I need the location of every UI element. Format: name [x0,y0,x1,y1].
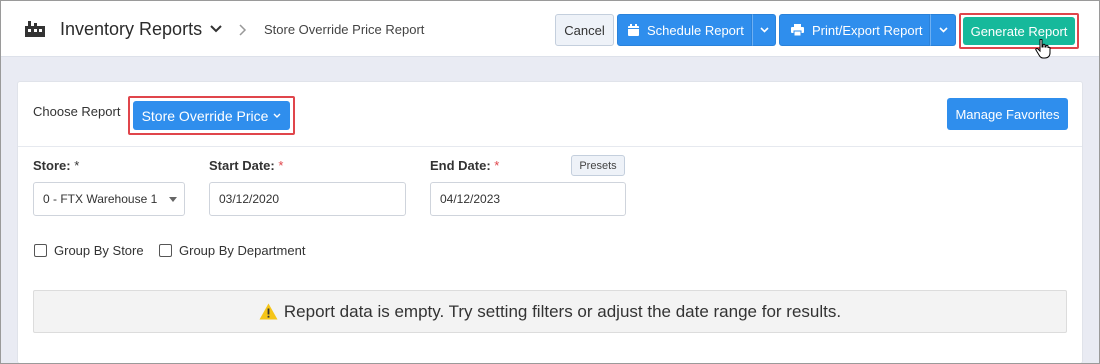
generate-report-button[interactable]: Generate Report [963,17,1075,45]
report-card: Choose Report Store Override Price Manag… [17,81,1083,364]
selected-report-label: Store Override Price [141,107,269,124]
schedule-report-label: Schedule Report [647,22,744,38]
inventory-app-icon [25,21,45,37]
report-selector-highlight: Store Override Price [128,96,295,135]
chevron-down-icon[interactable] [210,25,222,33]
choose-report-label: Choose Report [33,104,121,119]
end-date-field-label: End Date: * [430,158,499,173]
store-select[interactable]: 0 - FTX Warehouse 1 [33,182,185,216]
top-header: Inventory Reports Store Override Price R… [1,1,1099,59]
print-export-dropdown[interactable] [930,14,956,46]
printer-icon [791,24,804,36]
schedule-report-dropdown[interactable] [752,14,776,46]
chevron-down-icon [759,27,769,33]
required-mark: * [278,158,284,173]
store-select-value: 0 - FTX Warehouse 1 [43,192,158,206]
caret-down-icon [169,197,177,202]
store-field-label: Store: * [33,158,79,173]
report-selector-dropdown[interactable]: Store Override Price [133,101,290,130]
end-date-label-text: End Date: [430,158,491,173]
print-export-report-button[interactable]: Print/Export Report [779,14,930,46]
print-export-report-label: Print/Export Report [812,22,923,38]
schedule-report-button[interactable]: Schedule Report [617,14,752,46]
start-date-label-text: Start Date: [209,158,275,173]
group-by-department-option[interactable]: Group By Department [159,243,305,258]
app-title: Inventory Reports [60,19,203,39]
start-date-input[interactable]: 03/12/2020 [209,182,406,216]
required-mark: * [74,158,80,173]
generate-report-highlight: Generate Report [959,13,1079,49]
section-divider [18,146,1082,147]
pointer-hand-icon [1035,39,1051,59]
group-by-department-checkbox[interactable] [159,244,172,257]
manage-favorites-button[interactable]: Manage Favorites [947,98,1068,130]
start-date-field-label: Start Date: * [209,158,283,173]
end-date-input[interactable]: 04/12/2023 [430,182,626,216]
cancel-button[interactable]: Cancel [555,14,614,46]
chevron-down-icon [938,27,948,33]
group-by-store-label: Group By Store [54,243,144,258]
group-by-store-checkbox[interactable] [34,244,47,257]
empty-message-text: Report data is empty. Try setting filter… [283,301,842,321]
required-mark: * [494,158,500,173]
warning-icon [259,303,278,320]
empty-report-message: Report data is empty. Try setting filter… [33,290,1067,333]
presets-button[interactable]: Presets [571,155,625,176]
calendar-icon [628,24,639,36]
group-by-department-label: Group By Department [179,243,306,258]
store-label-text: Store: [33,158,71,173]
group-by-store-option[interactable]: Group By Store [34,243,144,258]
chevron-right-icon [239,24,247,36]
breadcrumb: Store Override Price Report [264,22,425,37]
chevron-down-icon [273,113,281,118]
